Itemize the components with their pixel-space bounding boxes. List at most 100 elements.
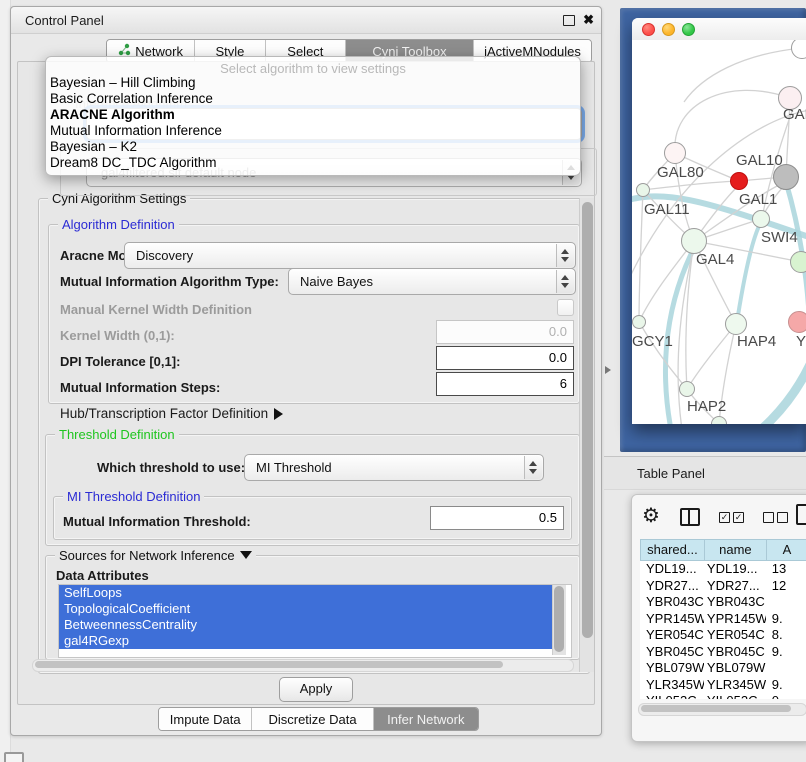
file-icon[interactable] — [796, 504, 806, 525]
dropdown-items: Bayesian – Hill ClimbingBasic Correlatio… — [50, 75, 576, 171]
column-header-3[interactable]: A — [766, 539, 806, 561]
table-row[interactable]: YLR345WYLR345W9. — [640, 677, 806, 694]
network-window-titlebar[interactable] — [632, 18, 806, 41]
table-panel-title: Table Panel — [637, 466, 705, 481]
list-scroll-thumb[interactable] — [554, 586, 564, 652]
network-node[interactable] — [664, 142, 686, 164]
which-threshold-combobox[interactable]: MI Threshold — [244, 454, 544, 481]
table-panel-header: Table Panel — [604, 456, 806, 490]
bottom-tab-label: Infer Network — [387, 712, 464, 727]
table-row[interactable]: YBR045CYBR045C9. — [640, 644, 806, 661]
algorithm-option[interactable]: Dream8 DC_TDC Algorithm — [50, 155, 576, 171]
which-threshold-value: MI Threshold — [256, 460, 332, 475]
network-node[interactable] — [636, 183, 650, 197]
mac-minimize-button[interactable] — [662, 23, 675, 36]
table-cell: 9. — [766, 644, 806, 661]
float-window-icon[interactable] — [563, 15, 575, 26]
combo-stepper-icon[interactable] — [556, 244, 574, 267]
table-row[interactable]: YDR27...YDR27...12 — [640, 578, 806, 595]
bottom-tab-impute-data[interactable]: Impute Data — [159, 708, 252, 730]
attribute-item[interactable]: BetweennessCentrality — [59, 617, 555, 633]
deselect-all-icon[interactable] — [763, 512, 791, 527]
table-cell: YER054C — [704, 627, 766, 644]
network-node[interactable] — [730, 172, 748, 190]
algorithm-option[interactable]: Mutual Information Inference — [50, 123, 576, 139]
network-node[interactable] — [679, 381, 695, 397]
table-cell — [766, 660, 806, 677]
node-table: shared...nameA YDL19...YDL19...13YDR27..… — [640, 539, 806, 699]
data-attributes-list[interactable]: SelfLoopsTopologicalCoefficientBetweenne… — [58, 584, 572, 658]
aracne-mode-combobox[interactable]: Discovery — [124, 242, 576, 269]
table-hscroll-thumb[interactable] — [641, 705, 791, 712]
algorithm-option[interactable]: Bayesian – Hill Climbing — [50, 75, 576, 91]
mi-threshold-field[interactable]: 0.5 — [430, 506, 564, 530]
node-label: Y — [796, 333, 806, 350]
attribute-item[interactable]: SelfLoops — [59, 585, 555, 601]
table-cell: YBR043C — [640, 594, 704, 611]
dpi-tolerance-field[interactable]: 0.0 — [436, 346, 574, 370]
node-label: GAL10 — [736, 152, 783, 169]
network-node[interactable] — [752, 210, 770, 228]
table-cell: 9. — [766, 611, 806, 628]
table-cell: YBR045C — [704, 644, 766, 661]
bottom-tab-label: Impute Data — [170, 712, 241, 727]
sources-title[interactable]: Sources for Network Inference — [55, 549, 256, 562]
algorithm-option[interactable]: Basic Correlation Inference — [50, 91, 576, 107]
bottom-tab-discretize-data[interactable]: Discretize Data — [252, 708, 373, 730]
table-row[interactable]: YDL19...YDL19...13 — [640, 561, 806, 578]
attribute-item[interactable]: TopologicalCoefficient — [59, 601, 555, 617]
settings-vertical-scrollbar[interactable] — [579, 198, 594, 672]
node-label: GAL4 — [696, 251, 734, 268]
network-node[interactable] — [632, 315, 646, 329]
mi-algorithm-type-combobox[interactable]: Naive Bayes — [288, 268, 576, 295]
hscroll-thumb[interactable] — [35, 661, 503, 668]
collapse-down-icon[interactable] — [240, 551, 252, 559]
vscroll-thumb[interactable] — [582, 202, 593, 638]
kernel-width-field[interactable]: 0.0 — [436, 320, 574, 344]
attribute-item[interactable]: gal4RGexp — [59, 633, 555, 649]
settings-gear-icon[interactable]: ⚙ — [642, 503, 660, 528]
dropdown-prompt: Select algorithm to view settings — [46, 61, 580, 76]
network-node[interactable] — [788, 311, 806, 333]
kernel-width-label: Kernel Width (0,1): — [60, 328, 175, 343]
table-cell: YBR043C — [704, 594, 766, 611]
apply-button[interactable]: Apply — [279, 677, 353, 702]
column-header-2[interactable]: name — [704, 539, 766, 561]
table-cell: YLR345W — [704, 677, 766, 694]
mac-zoom-button[interactable] — [682, 23, 695, 36]
mi-steps-field[interactable]: 6 — [436, 372, 574, 396]
algorithm-dropdown-popup: Select algorithm to view settings Bayesi… — [45, 56, 581, 176]
table-panel-window: ⚙ ✓✓ shared...nameA YDL19...YDL19...13YD… — [631, 494, 806, 742]
select-all-icon[interactable]: ✓✓ — [719, 512, 747, 527]
column-layout-icon[interactable] — [680, 508, 700, 526]
minimized-panel-icon[interactable] — [4, 752, 24, 762]
table-row[interactable]: YPR145WYPR145W9. — [640, 611, 806, 628]
algorithm-option[interactable]: Bayesian – K2 — [50, 139, 576, 155]
combo-stepper-icon[interactable] — [524, 456, 542, 479]
panel-splitter-arrow-icon[interactable] — [605, 366, 611, 374]
table-row[interactable]: YIL052CYIL052C0. — [640, 693, 806, 699]
control-panel-title: Control Panel — [25, 13, 104, 28]
network-node[interactable] — [725, 313, 747, 335]
table-row[interactable]: YBL079WYBL079W — [640, 660, 806, 677]
control-panel: Control Panel ✖ NetworkStyleSelectCyni T… — [10, 6, 602, 736]
column-header-1[interactable]: shared... — [640, 539, 704, 561]
combo-stepper-icon[interactable] — [556, 270, 574, 293]
mac-close-button[interactable] — [642, 23, 655, 36]
table-cell: YBL079W — [704, 660, 766, 677]
network-node[interactable] — [790, 251, 806, 273]
table-row[interactable]: YER054CYER054C8. — [640, 627, 806, 644]
table-horizontal-scrollbar[interactable] — [638, 703, 806, 716]
hub-factor-section[interactable]: Hub/Transcription Factor Definition — [60, 406, 283, 421]
table-header-row: shared...nameA — [640, 539, 806, 561]
expand-right-icon[interactable] — [274, 408, 283, 420]
table-row[interactable]: YBR043CYBR043C — [640, 594, 806, 611]
manual-kernel-width-checkbox[interactable] — [557, 299, 574, 316]
close-icon[interactable]: ✖ — [583, 12, 594, 28]
bottom-tab-infer-network[interactable]: Infer Network — [374, 708, 478, 730]
table-cell: YDR27... — [704, 578, 766, 595]
settings-horizontal-scrollbar[interactable] — [32, 659, 574, 672]
list-vertical-scrollbar[interactable] — [552, 585, 566, 655]
network-canvas[interactable]: GALGAL80GAL10GAL11GAL1SWI4GAL4GCY1HAP4YH… — [632, 40, 806, 424]
algorithm-option[interactable]: ARACNE Algorithm — [50, 107, 576, 123]
